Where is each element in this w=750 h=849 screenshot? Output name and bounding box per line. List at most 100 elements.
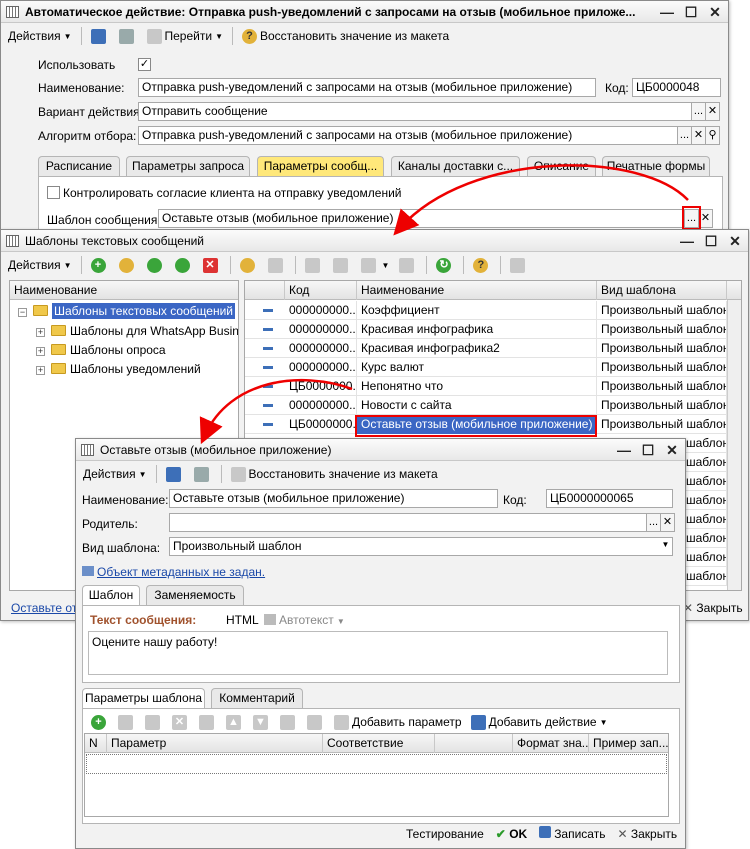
tab-description[interactable]: Описание [527, 156, 596, 176]
name-field[interactable]: Отправка push-уведомлений с запросами на… [138, 78, 596, 97]
edit-button[interactable] [142, 712, 166, 732]
empty-row[interactable] [86, 754, 667, 774]
refresh-button[interactable]: ↻ [433, 255, 457, 275]
tab-query-params[interactable]: Параметры запроса [126, 156, 250, 176]
filter-value-button[interactable] [330, 255, 354, 275]
up-level-button[interactable] [265, 255, 289, 275]
help-button[interactable]: ? [470, 255, 494, 275]
code-field[interactable]: ЦБ0000000065 [546, 489, 673, 508]
kind-select[interactable]: Произвольный шаблон [169, 537, 673, 556]
minimize-button[interactable]: — [615, 441, 633, 459]
ok-button[interactable]: ✔ OK [496, 827, 527, 841]
add-button[interactable]: + [88, 255, 112, 275]
expand-icon[interactable]: + [36, 347, 45, 356]
column-header-match[interactable]: Соответствие [323, 734, 435, 753]
column-header-empty[interactable] [435, 734, 513, 753]
delete-button[interactable]: ✕ [200, 255, 224, 275]
column-header-code[interactable]: Код [285, 281, 357, 300]
move-up-button[interactable]: ▲ [223, 712, 247, 732]
table-row[interactable]: 000000000... Коэффициент Произвольный шабл… [245, 301, 741, 320]
filter-menu[interactable]: ▼ [358, 255, 393, 275]
clear-button[interactable]: ✕ [691, 126, 706, 145]
select-button[interactable]: ... [691, 102, 706, 121]
clear-button[interactable]: ✕ [705, 102, 720, 121]
column-header-kind[interactable]: Вид шаблона [597, 281, 727, 300]
tree-root[interactable]: − Шаблоны текстовых сообщений [18, 303, 235, 319]
tab-substitution[interactable]: Заменяемость [146, 585, 244, 605]
collapse-icon[interactable]: − [18, 308, 27, 317]
add-param-icon-button[interactable]: + [88, 712, 112, 732]
tab-message-params[interactable]: Параметры сообщ... [257, 156, 384, 177]
copy-button[interactable] [115, 712, 139, 732]
expand-icon[interactable]: + [36, 328, 45, 337]
column-header-example[interactable]: Пример зап... [589, 734, 668, 753]
sort-asc-button[interactable] [277, 712, 301, 732]
dropdown-icon[interactable]: ▼ [658, 537, 673, 556]
add-action-menu[interactable]: Добавить действие ▼ [468, 712, 611, 732]
consent-checkbox[interactable] [47, 186, 60, 199]
filter-button[interactable] [302, 255, 326, 275]
scrollbar[interactable] [727, 300, 741, 590]
tree-mode-button[interactable] [507, 255, 531, 275]
tree-item[interactable]: + Шаблоны уведомлений [36, 362, 201, 376]
tab-comment[interactable]: Комментарий [211, 688, 303, 708]
add-folder-button[interactable] [116, 255, 140, 275]
table-row[interactable]: 000000000... Новости с сайта Произвольный … [245, 396, 741, 415]
copy-button[interactable] [144, 255, 168, 275]
column-header-format[interactable]: Формат зна... [513, 734, 589, 753]
clear-button[interactable]: ✕ [698, 209, 713, 228]
close-window-button[interactable]: ✕ [663, 441, 681, 459]
clear-button[interactable]: ✕ [660, 513, 675, 532]
actions-menu[interactable]: Действия ▼ [5, 255, 75, 275]
goto-menu[interactable]: Перейти ▼ [144, 26, 226, 46]
actions-menu[interactable]: Действия ▼ [5, 26, 75, 46]
test-button[interactable]: Тестирование [406, 827, 484, 841]
parent-field[interactable] [169, 513, 647, 532]
edit-button[interactable] [172, 255, 196, 275]
table-row[interactable]: 000000000... Курс валют Произвольный шабло… [245, 358, 741, 377]
add-parameter-button[interactable]: Добавить параметр [331, 712, 465, 732]
maximize-button[interactable]: ☐ [702, 232, 720, 250]
actions-menu[interactable]: Действия ▼ [80, 464, 150, 484]
restore-button[interactable]: ? Восстановить значение из макета [239, 26, 452, 46]
code-field[interactable]: ЦБ0000048 [632, 78, 721, 97]
minimize-button[interactable]: — [658, 3, 676, 21]
table-row[interactable]: ЦБ0000000... Оставьте отзыв (мобильное пр… [245, 415, 741, 434]
column-header-param[interactable]: Параметр [107, 734, 323, 753]
move-down-button[interactable]: ▼ [250, 712, 274, 732]
close-window-button[interactable]: ✕ [726, 232, 744, 250]
select-button[interactable]: ... [646, 513, 661, 532]
select-button[interactable]: ... [677, 126, 692, 145]
tab-schedule[interactable]: Расписание [38, 156, 120, 176]
tab-print-forms[interactable]: Печатные формы [602, 156, 710, 176]
variant-field[interactable]: Отправить сообщение [138, 102, 692, 121]
select-template-button[interactable]: ... [684, 209, 699, 228]
algo-field[interactable]: Отправка push-уведомлений с запросами на… [138, 126, 678, 145]
template-field[interactable]: Оставьте отзыв (мобильное приложение) [158, 209, 685, 228]
save-icon-button[interactable] [163, 464, 187, 484]
minimize-button[interactable]: — [678, 232, 696, 250]
tab-template[interactable]: Шаблон [82, 585, 140, 606]
restore-button[interactable]: Восстановить значение из макета [228, 464, 441, 484]
search-button[interactable]: ⚲ [705, 126, 720, 145]
save-icon-button[interactable] [88, 26, 112, 46]
tab-delivery-channels[interactable]: Каналы доставки с... [391, 156, 520, 176]
maximize-button[interactable]: ☐ [639, 441, 657, 459]
save-button[interactable] [196, 712, 220, 732]
tab-template-params[interactable]: Параметры шаблона [82, 688, 205, 709]
autotext-menu[interactable]: Автотекст ▼ [264, 613, 345, 627]
close-window-button[interactable]: ✕ [706, 3, 724, 21]
hierarchy-button[interactable] [237, 255, 261, 275]
maximize-button[interactable]: ☐ [682, 3, 700, 21]
expand-icon[interactable]: + [36, 366, 45, 375]
table-row[interactable]: 000000000... Красивая инфографика Произвол… [245, 320, 741, 339]
html-toggle[interactable]: HTML [226, 613, 259, 627]
name-field[interactable]: Оставьте отзыв (мобильное приложение) [169, 489, 498, 508]
refresh-icon-button[interactable] [116, 26, 140, 46]
close-button[interactable]: ✕ Закрыть [617, 827, 677, 841]
refresh-icon-button[interactable] [191, 464, 215, 484]
use-checkbox[interactable]: ✓ [138, 58, 151, 71]
tree-item[interactable]: + Шаблоны опроса [36, 343, 166, 357]
delete-button[interactable]: ✕ [169, 712, 193, 732]
sort-desc-button[interactable] [304, 712, 328, 732]
